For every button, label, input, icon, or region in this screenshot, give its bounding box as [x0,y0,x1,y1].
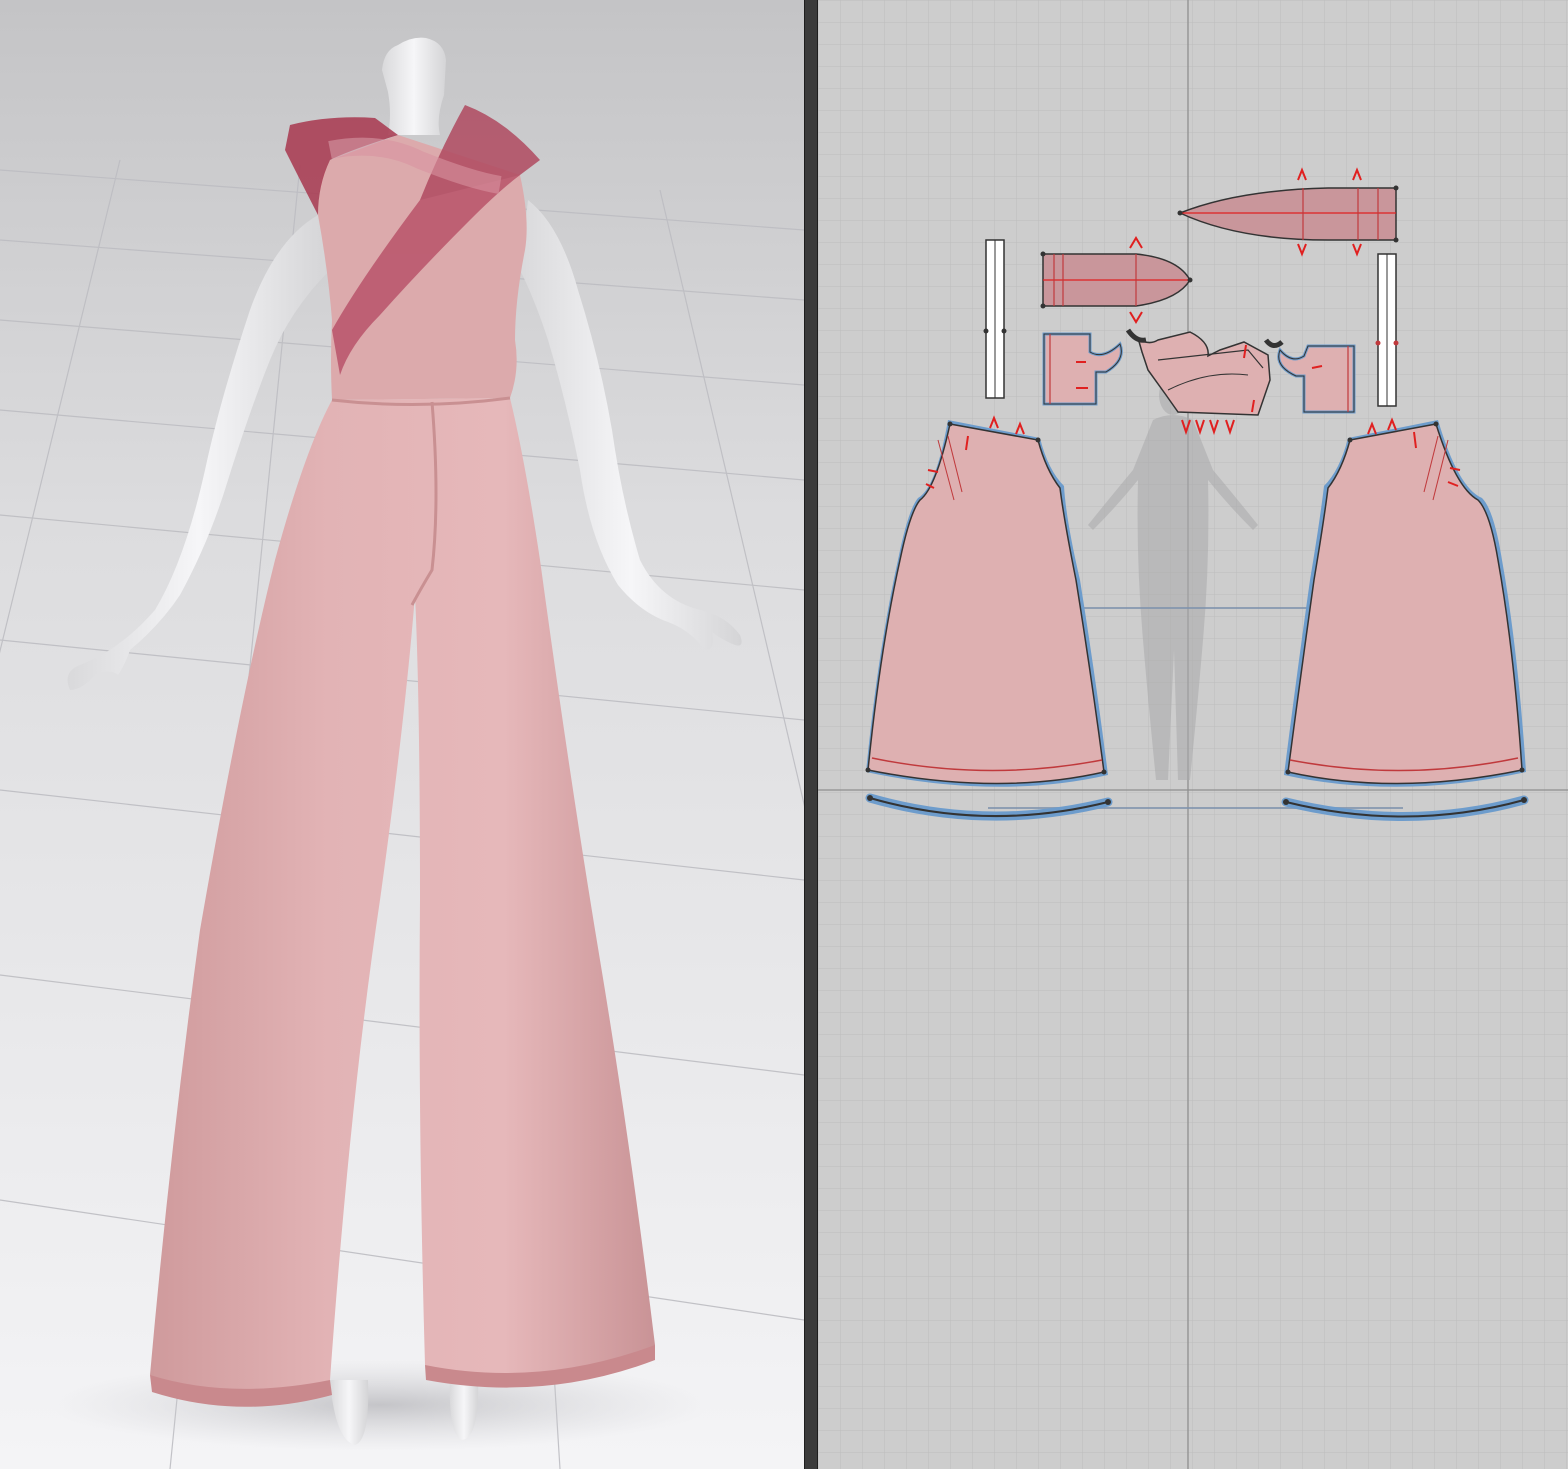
strap-left[interactable] [983,239,1007,399]
strap-right[interactable] [1375,253,1399,407]
viewport-splitter[interactable] [804,0,818,1469]
3d-viewport[interactable] [0,0,804,1469]
3d-scene [0,0,804,1469]
pattern-canvas [818,0,1568,1469]
2d-pattern-viewport[interactable] [818,0,1568,1469]
